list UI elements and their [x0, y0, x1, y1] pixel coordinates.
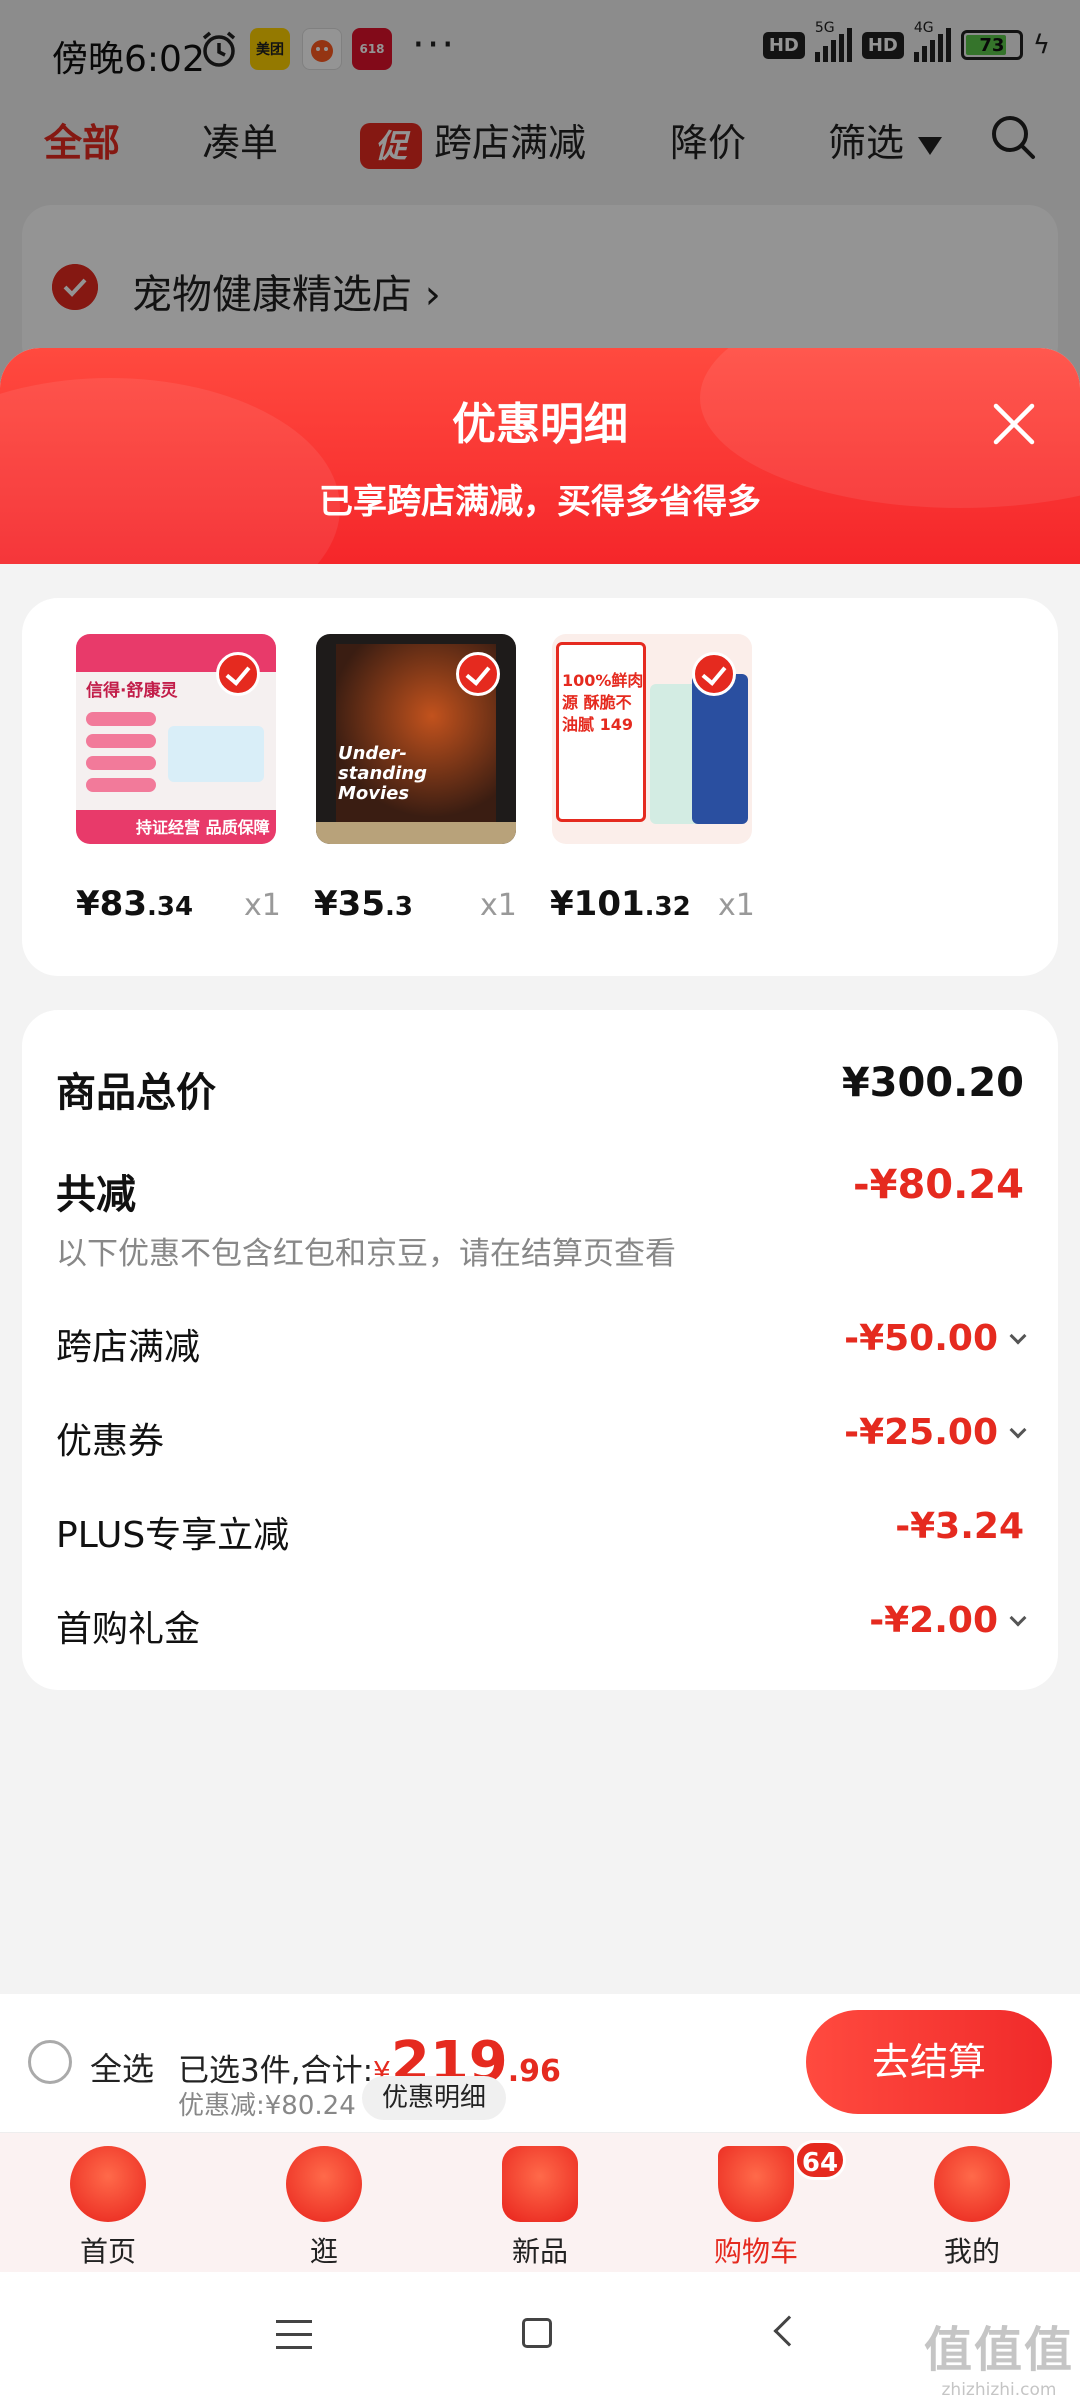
nav-cart[interactable]: 64 购物车	[686, 2140, 846, 2270]
item-price-1: ¥83.34	[76, 884, 193, 924]
item-1-price-int: ¥83	[76, 884, 147, 924]
thumb-1-product	[168, 726, 264, 782]
browse-icon	[286, 2146, 362, 2222]
home-button-icon[interactable]	[522, 2318, 552, 2348]
discount-value-coupon[interactable]: -¥25.00	[844, 1412, 1027, 1453]
sheet-title: 优惠明细	[452, 399, 628, 450]
nav-profile[interactable]: 我的	[902, 2140, 1042, 2270]
chevron-down-icon	[1009, 1327, 1027, 1345]
discount-value-cross-store[interactable]: -¥50.00	[844, 1318, 1027, 1359]
nav-home[interactable]: 首页	[38, 2140, 178, 2270]
home-icon	[70, 2146, 146, 2222]
sheet-header: 优惠明细 已享跨店满减，买得多省得多	[0, 348, 1080, 564]
nav-home-label: 首页	[79, 2235, 136, 2268]
chevron-down-icon	[1009, 1609, 1027, 1627]
discount-label-first-purchase[interactable]: 首购礼金	[56, 1600, 200, 1652]
item-2-price-int: ¥35	[314, 884, 385, 924]
item-thumbnail-3[interactable]: 100%鲜肉源 酥脆不油腻 149	[552, 634, 752, 844]
total-saved-value: -¥80.24	[853, 1162, 1024, 1208]
item-qty-1: x1	[244, 888, 281, 923]
discount-amount-cross-store: -¥50.00	[844, 1318, 998, 1359]
nav-browse[interactable]: 逛	[254, 2140, 394, 2270]
item-qty-2: x1	[480, 888, 517, 923]
cart-count-badge: 64	[794, 2140, 846, 2180]
watermark-logo: 值值值	[924, 2322, 1075, 2378]
thumb-1-caption: 信得·舒康灵	[86, 681, 178, 701]
discount-amount-first-purchase: -¥2.00	[869, 1600, 998, 1641]
item-price-3: ¥101.32	[550, 884, 691, 924]
item-1-price-dec: .34	[146, 892, 194, 922]
thumb-2-footer	[316, 822, 516, 844]
item-price-2: ¥35.3	[314, 884, 413, 924]
selected-count-text: 已选3件,合计:	[178, 2053, 374, 2089]
discount-summary: 优惠减:¥80.24	[178, 2091, 356, 2121]
thumb-2-caption: Under-standing Movies	[338, 743, 428, 804]
discount-amount-plus: -¥3.24	[895, 1506, 1024, 1547]
nav-new-products[interactable]: 新品	[470, 2140, 610, 2270]
discount-label-cross-store[interactable]: 跨店满减	[56, 1318, 200, 1370]
item-2-price-dec: .3	[384, 892, 413, 922]
nav-new-products-label: 新品	[511, 2235, 568, 2268]
item-thumbnail-2[interactable]: Under-standing Movies	[316, 634, 516, 844]
total-price-label: 商品总价	[56, 1070, 216, 1116]
profile-icon	[934, 2146, 1010, 2222]
nav-cart-label: 购物车	[713, 2235, 798, 2268]
discount-label-coupon[interactable]: 优惠券	[56, 1412, 164, 1464]
thumb-3-bag-2	[692, 674, 748, 824]
item-3-price-int: ¥101	[550, 884, 645, 924]
discount-value-plus: -¥3.24	[895, 1506, 1024, 1547]
new-products-icon	[502, 2146, 578, 2222]
recent-apps-icon[interactable]	[276, 2320, 312, 2350]
discount-value-first-purchase[interactable]: -¥2.00	[869, 1600, 1027, 1641]
item-qty-3: x1	[718, 888, 755, 923]
discount-amount-coupon: -¥25.00	[844, 1412, 998, 1453]
close-icon[interactable]	[984, 394, 1044, 454]
checkout-button[interactable]: 去结算	[806, 2010, 1052, 2114]
thumb-3-caption: 100%鲜肉源 酥脆不油腻 149	[562, 671, 644, 734]
watermark-url: zhizhizhi.com	[941, 2380, 1057, 2400]
total-amount-dec: .96	[507, 2054, 561, 2089]
discount-label-plus: PLUS专享立减	[56, 1515, 290, 1556]
sheet-subtitle: 已享跨店满减，买得多省得多	[319, 482, 761, 522]
watermark: 值值值 zhizhizhi.com	[924, 2310, 1074, 2400]
discount-note: 以下优惠不包含红包和京豆，请在结算页查看	[56, 1236, 676, 1272]
thumb-1-tag: 持证经营 品质保障	[136, 818, 270, 837]
item-3-checked-icon	[692, 652, 736, 696]
chevron-down-icon	[1009, 1421, 1027, 1439]
select-all-label[interactable]: 全选	[90, 2044, 154, 2090]
total-price-value: ¥300.20	[841, 1060, 1024, 1106]
item-3-price-dec: .32	[644, 892, 691, 922]
item-1-checked-icon	[216, 652, 260, 696]
thumb-1-pills	[86, 712, 156, 796]
nav-browse-label: 逛	[309, 2235, 338, 2268]
total-saved-label: 共减	[56, 1172, 136, 1218]
nav-profile-label: 我的	[943, 2235, 1000, 2268]
item-thumbnail-1[interactable]: 信得·舒康灵 持证经营 品质保障	[76, 634, 276, 844]
cart-icon: 64	[718, 2140, 846, 2222]
select-all-radio[interactable]	[28, 2040, 72, 2084]
item-2-checked-icon	[456, 652, 500, 696]
discount-detail-button[interactable]: 优惠明细	[362, 2076, 507, 2120]
